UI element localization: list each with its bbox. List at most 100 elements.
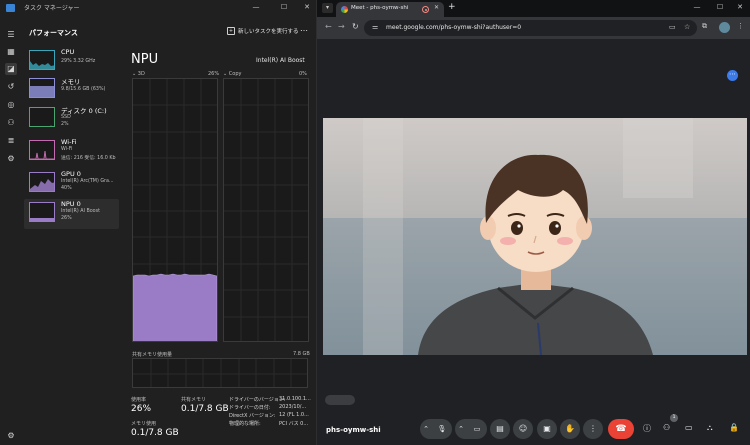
camera-in-use-icon[interactable]: ▭ <box>669 23 676 31</box>
perf-item-sub: 29% 3.32 GHz <box>61 59 96 64</box>
page-title: パフォーマンス <box>29 29 78 37</box>
shared-memory-stat-label: 共有メモリ <box>181 397 207 403</box>
more-options-icon[interactable]: ⋮ <box>583 419 603 439</box>
shared-memory-stat-value: 0.1/7.8 GB <box>181 404 229 414</box>
site-info-icon[interactable]: ⚌ <box>372 23 378 31</box>
settings-icon[interactable]: ⚙ <box>5 430 17 442</box>
utilization-value: 26% <box>131 404 152 414</box>
leave-call-button[interactable]: ☎ <box>608 419 634 439</box>
meet-more-options-icon[interactable]: ⋯ <box>727 70 738 81</box>
chrome-menu-icon[interactable]: ⋮ <box>737 22 744 30</box>
chat-icon[interactable]: ▭ <box>685 423 693 432</box>
device-name: Intel(R) AI Boost <box>256 57 305 64</box>
perf-item-name: メモリ <box>61 78 81 86</box>
driver-date-value: 2023/10/... <box>279 404 307 410</box>
graph-3d-label: ⌄ 3D <box>132 71 145 77</box>
driver-version-value: 31.0.100.1... <box>279 396 311 402</box>
people-icon[interactable]: ⚇ <box>663 423 670 432</box>
perf-item-gpu[interactable]: GPU 0 Intel(R) Arc(TM) Gra... 40% <box>24 169 119 199</box>
extensions-icon[interactable]: ⧉ <box>702 22 707 31</box>
memory-usage-label: メモリ使用 <box>131 421 157 427</box>
perf-item-name: NPU 0 <box>61 200 81 208</box>
perf-item-wifi[interactable]: Wi-Fi Wi-Fi 送信: 216 受信: 16.0 Kb <box>24 137 119 167</box>
minimize-icon[interactable]: — <box>688 0 706 14</box>
perf-item-disk[interactable]: ディスク 0 (C:) SSD 2% <box>24 104 119 134</box>
perf-item-sub2: 26% <box>61 216 72 221</box>
disk-mini-graph <box>50 125 52 126</box>
run-new-task-button[interactable]: + 新しいタスクを実行する <box>227 27 299 35</box>
wifi-mini-graph <box>30 150 54 159</box>
perf-item-sub: Intel(R) AI Boost <box>61 209 100 214</box>
close-icon[interactable]: ✕ <box>731 0 749 14</box>
perf-item-npu[interactable]: NPU 0 Intel(R) AI Boost 26% <box>24 199 119 229</box>
nav-rail: ☰ ▦ ◪ ↺ ◎ ⚇ ≣ ⚙ ⚙ <box>0 17 22 445</box>
hamburger-menu-icon[interactable]: ☰ <box>5 29 17 41</box>
chrome-favicon-icon <box>341 6 348 13</box>
participant-count-badge: 1 <box>670 414 678 422</box>
minimize-icon[interactable]: — <box>247 0 265 14</box>
tab-meet[interactable]: Meet - phs-oymw-shi ✕ <box>336 2 444 17</box>
users-icon[interactable]: ⚇ <box>5 117 17 129</box>
window-title: タスク マネージャー <box>24 5 80 12</box>
tab-title: Meet - phs-oymw-shi <box>351 5 409 11</box>
performance-icon[interactable]: ◪ <box>5 63 17 75</box>
self-view-pill[interactable] <box>325 395 355 405</box>
tab-close-icon[interactable]: ✕ <box>434 4 439 11</box>
recording-indicator-icon <box>422 6 429 13</box>
address-bar[interactable]: ⚌ meet.google.com/phs-oymw-shi?authuser=… <box>364 20 697 36</box>
profile-avatar[interactable] <box>719 22 730 33</box>
microphone-icon[interactable]: 🎙 <box>432 419 452 439</box>
forward-icon[interactable]: → <box>338 22 345 31</box>
tab-search-icon[interactable]: ▾ <box>322 3 333 13</box>
emoji-reactions-icon[interactable]: ☺ <box>513 419 533 439</box>
perf-item-sub2: 40% <box>61 186 72 191</box>
perf-item-name: Wi-Fi <box>61 138 77 146</box>
present-screen-icon[interactable]: ▣ <box>537 419 557 439</box>
mic-options-chevron-icon[interactable]: ⌃ <box>420 419 432 439</box>
graph-3d-plot <box>133 79 217 341</box>
camera-icon[interactable]: ▭ <box>467 419 487 439</box>
memory-thumbnail <box>29 78 55 98</box>
details-icon[interactable]: ≣ <box>5 135 17 147</box>
services-icon[interactable]: ⚙ <box>5 153 17 165</box>
meeting-details-icon[interactable]: ⓘ <box>643 423 651 434</box>
perf-item-sub: Wi-Fi <box>61 147 73 152</box>
directx-version-value: 12 (FL 1.0... <box>279 412 309 418</box>
maximize-icon[interactable]: ☐ <box>275 0 293 14</box>
physical-location-key: 物理的な場所: <box>229 421 261 427</box>
tab-strip: ▾ Meet - phs-oymw-shi ✕ + — ☐ ✕ <box>317 0 750 17</box>
perf-item-cpu[interactable]: CPU 29% 3.32 GHz <box>24 47 119 77</box>
new-task-icon: + <box>227 27 235 35</box>
close-icon[interactable]: ✕ <box>298 0 316 14</box>
back-icon[interactable]: ← <box>325 22 332 31</box>
graph-copy-label: ⌄ Copy <box>223 71 242 77</box>
raise-hand-icon[interactable]: ✋ <box>560 419 580 439</box>
gpu-thumbnail <box>29 172 55 192</box>
perf-item-sub: SSD <box>61 115 71 120</box>
perf-item-name: GPU 0 <box>61 170 81 178</box>
graph-3d <box>132 78 218 342</box>
reload-icon[interactable]: ↻ <box>352 22 359 31</box>
directx-version-key: DirectX バージョン: <box>229 413 276 419</box>
url-text[interactable]: meet.google.com/phs-oymw-shi?authuser=0 <box>386 24 521 31</box>
chrome-window: ▾ Meet - phs-oymw-shi ✕ + — ☐ ✕ ← → ↻ ⚌ … <box>317 0 750 445</box>
new-tab-icon[interactable]: + <box>448 2 456 12</box>
camera-options-chevron-icon[interactable]: ⌃ <box>455 419 467 439</box>
perf-item-sub2: 2% <box>61 122 69 127</box>
bookmark-star-icon[interactable]: ☆ <box>684 23 690 31</box>
processes-icon[interactable]: ▦ <box>5 46 17 58</box>
driver-version-key: ドライバーのバージョン: <box>229 397 286 403</box>
memory-mini-graph <box>30 86 54 97</box>
activities-icon[interactable]: ⛬ <box>707 423 713 433</box>
maximize-icon[interactable]: ☐ <box>711 0 729 14</box>
more-options-icon[interactable]: … <box>300 24 308 33</box>
task-manager-titlebar[interactable]: タスク マネージャー — ☐ ✕ <box>0 0 317 17</box>
host-controls-icon[interactable]: 🔒 <box>729 423 739 432</box>
captions-icon[interactable]: ▤ <box>490 419 510 439</box>
graph-shared-memory-plot <box>133 359 307 387</box>
participant-video <box>323 118 747 355</box>
perf-item-memory[interactable]: メモリ 9.8/15.6 GB (63%) <box>24 75 119 105</box>
startup-apps-icon[interactable]: ◎ <box>5 99 17 111</box>
perf-item-sub: Intel(R) Arc(TM) Gra... <box>61 179 114 184</box>
app-history-icon[interactable]: ↺ <box>5 81 17 93</box>
